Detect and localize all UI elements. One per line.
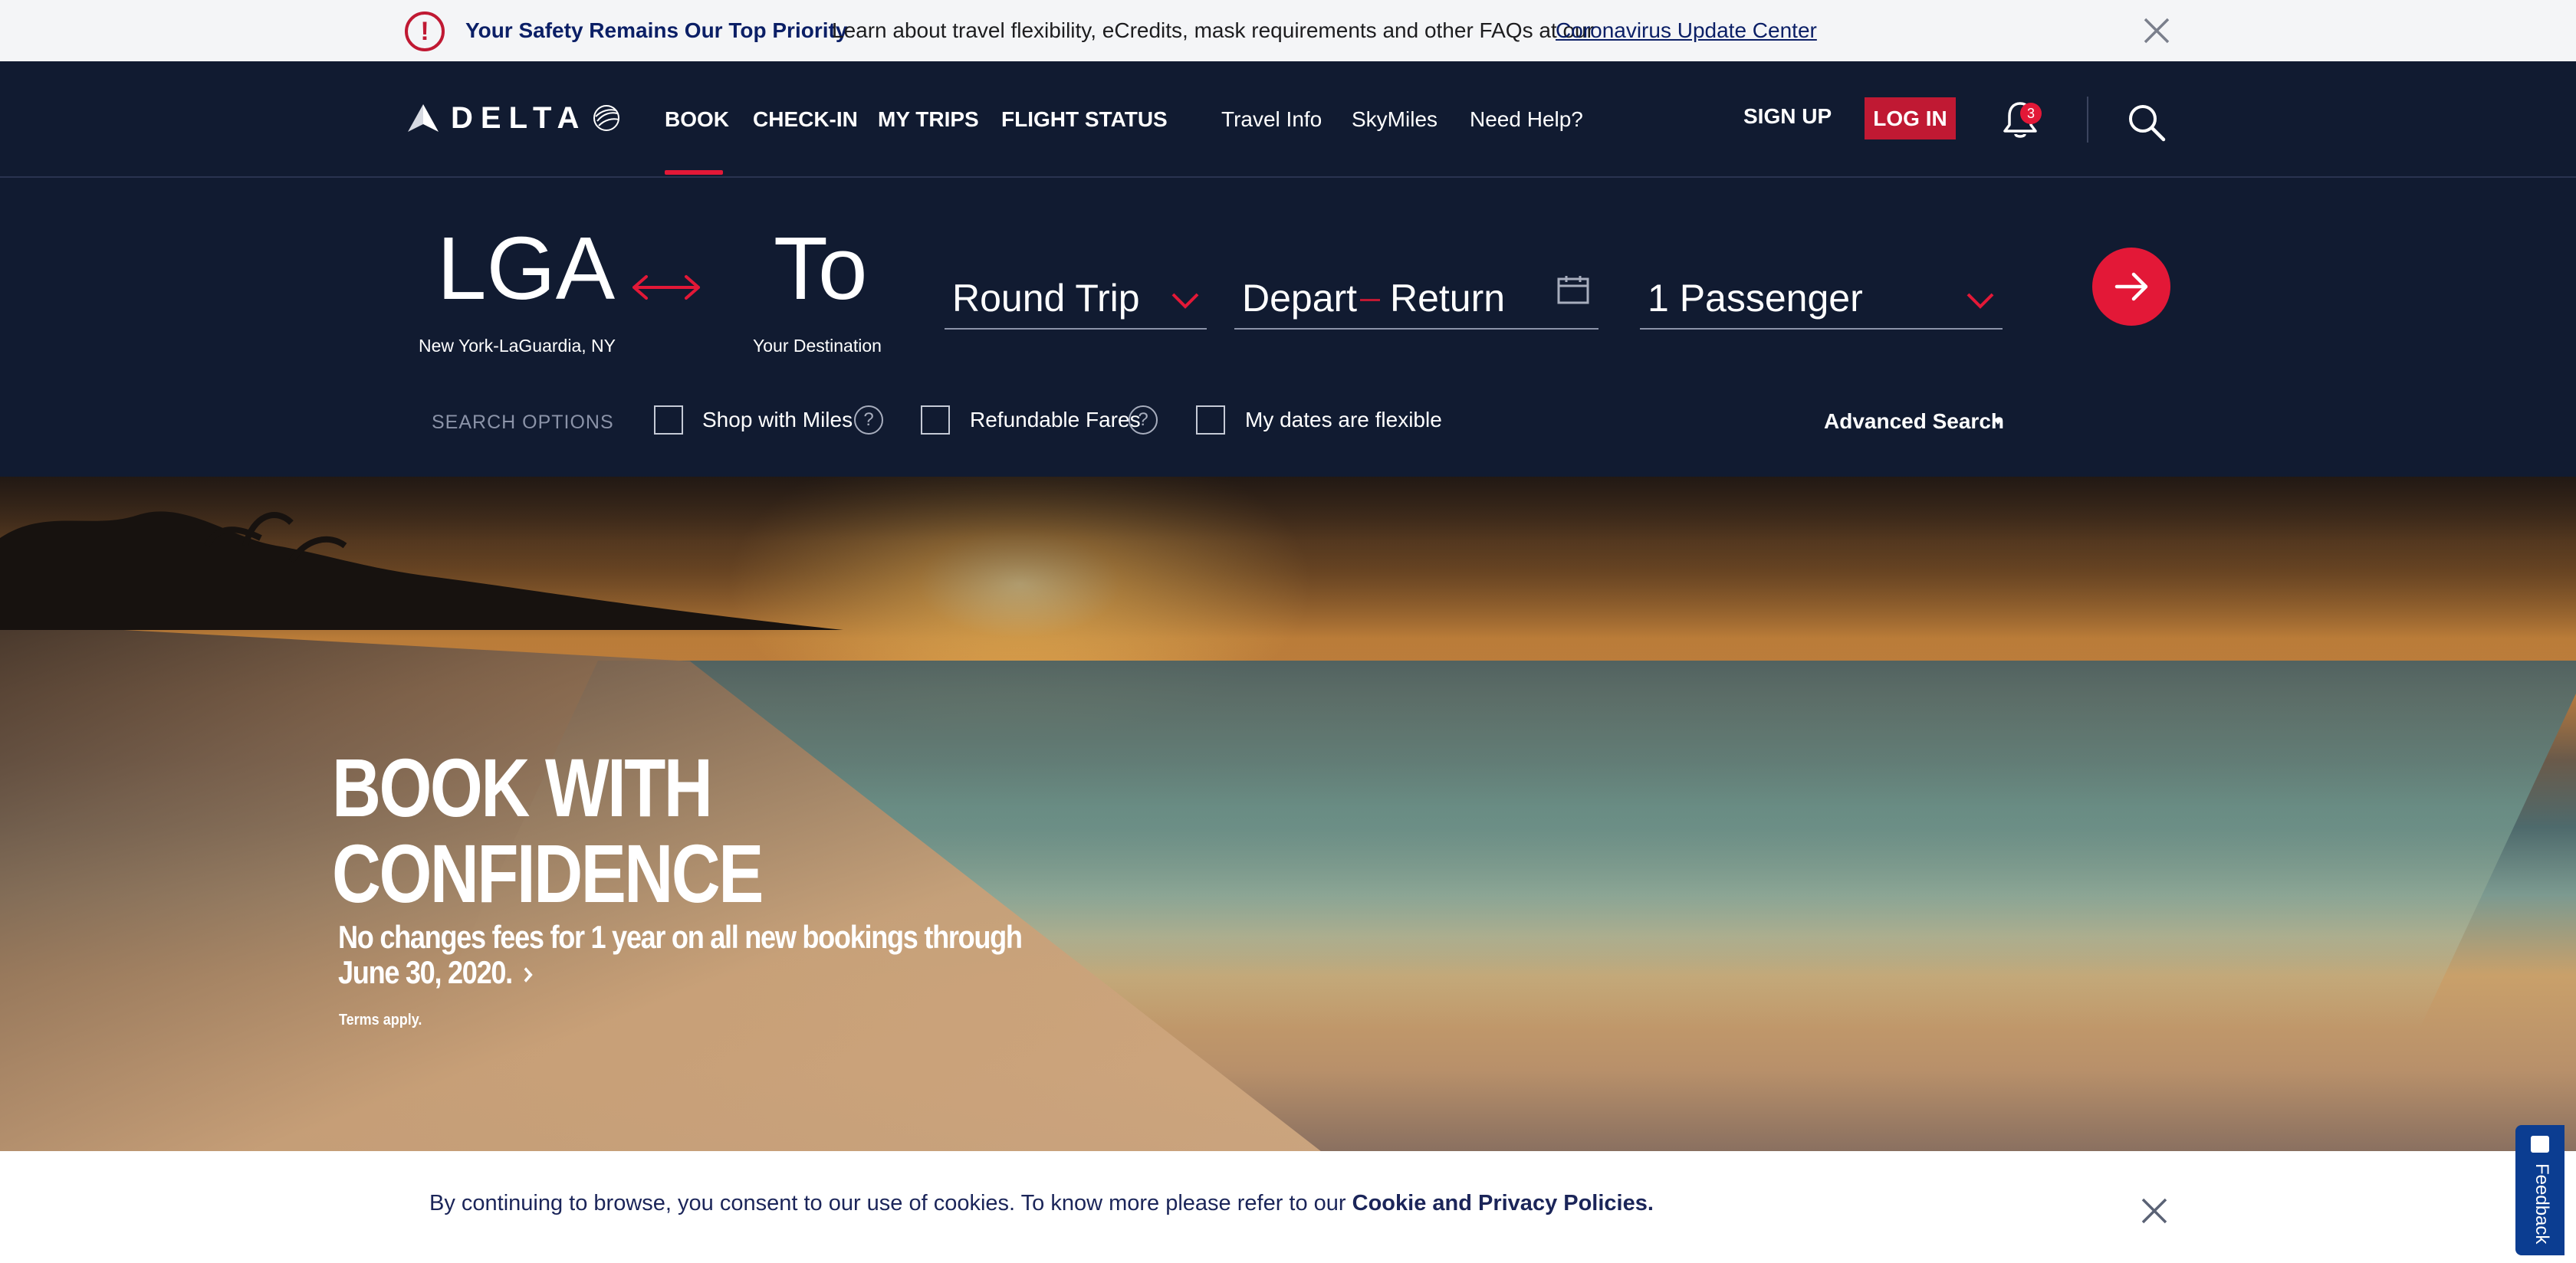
caret-down-icon xyxy=(1993,418,2003,425)
flexible-dates-label[interactable]: My dates are flexible xyxy=(1245,408,1442,432)
log-in-button[interactable]: LOG IN xyxy=(1865,97,1956,139)
trip-type-value: Round Trip xyxy=(952,277,1140,320)
chevron-right-icon xyxy=(519,967,533,983)
exclamation-circle-icon: ! xyxy=(405,11,445,51)
hero-title-line-2: CONFIDENCE xyxy=(332,827,764,920)
return-label: Return xyxy=(1390,277,1506,320)
hero-subtitle-line-2: June 30, 2020. xyxy=(338,954,513,990)
nav-travel-info[interactable]: Travel Info xyxy=(1221,107,1322,132)
notification-badge: 3 xyxy=(2020,103,2042,124)
hero-title: BOOK WITH CONFIDENCE xyxy=(332,741,764,920)
search-flights-button[interactable] xyxy=(2092,248,2170,326)
delta-wordmark: DELTA xyxy=(451,100,587,135)
hero-subtitle-line-1: No changes fees for 1 year on all new bo… xyxy=(338,919,1023,955)
shop-with-miles-checkbox[interactable] xyxy=(654,405,683,435)
coronavirus-update-link[interactable]: Coronavirus Update Center xyxy=(1556,18,1817,43)
skyteam-globe-icon xyxy=(593,105,620,131)
refundable-fares-checkbox[interactable] xyxy=(921,405,950,435)
feedback-tab[interactable]: Feedback xyxy=(2515,1125,2564,1255)
calendar-icon xyxy=(1557,276,1589,304)
palm-trees-silhouette xyxy=(0,511,843,630)
nav-flight-status[interactable]: FLIGHT STATUS xyxy=(1001,107,1168,132)
delta-logo[interactable]: DELTA xyxy=(406,97,622,139)
passenger-value: 1 Passenger xyxy=(1648,277,1863,320)
flexible-dates-checkbox[interactable] xyxy=(1196,405,1225,435)
search-options-label: SEARCH OPTIONS xyxy=(432,412,614,433)
close-icon[interactable] xyxy=(2142,16,2171,45)
search-icon[interactable] xyxy=(2127,103,2167,143)
advanced-search-link[interactable]: Advanced Search xyxy=(1824,409,2004,434)
alert-title: Your Safety Remains Our Top Priority xyxy=(465,18,848,42)
sign-up-link[interactable]: SIGN UP xyxy=(1743,104,1832,129)
passenger-select[interactable]: 1 Passenger xyxy=(1640,268,2003,330)
shop-with-miles-label[interactable]: Shop with Miles xyxy=(702,408,853,432)
hero-banner: BOOK WITH CONFIDENCE No changes fees for… xyxy=(0,477,2576,1151)
nav-my-trips[interactable]: MY TRIPS xyxy=(878,107,979,132)
hero-title-line-1: BOOK WITH xyxy=(332,741,713,834)
arrow-right-icon xyxy=(2114,272,2148,301)
nav-book[interactable]: BOOK xyxy=(665,107,729,132)
delta-widget-icon xyxy=(408,104,439,132)
depart-label: Depart xyxy=(1242,277,1358,320)
date-range-field[interactable]: Depart Return xyxy=(1234,268,1598,330)
main-header: DELTA BOOK CHECK-IN MY TRIPS FLIGHT STAT… xyxy=(0,61,2576,178)
close-icon[interactable] xyxy=(2141,1197,2168,1225)
swap-arrows-icon[interactable] xyxy=(631,272,702,303)
destination-airport-code[interactable]: To xyxy=(774,224,868,313)
header-divider xyxy=(2087,97,2088,143)
refundable-fares-label[interactable]: Refundable Fares xyxy=(970,408,1141,432)
help-icon[interactable]: ? xyxy=(854,405,883,435)
chevron-down-icon xyxy=(1171,293,1199,309)
terms-apply-text: Terms apply. xyxy=(339,1012,422,1028)
cookie-message: By continuing to browse, you consent to … xyxy=(429,1191,1346,1215)
safety-alert-banner: ! Your Safety Remains Our Top Priority L… xyxy=(0,0,2576,61)
origin-airport-code[interactable]: LGA xyxy=(437,224,615,313)
nav-check-in[interactable]: CHECK-IN xyxy=(753,107,858,132)
chevron-down-icon xyxy=(1967,293,1994,309)
alert-text: Learn about travel flexibility, eCredits… xyxy=(832,18,1594,42)
origin-airport-name: New York-LaGuardia, NY xyxy=(419,336,616,356)
help-icon[interactable]: ? xyxy=(1129,405,1158,435)
nav-need-help[interactable]: Need Help? xyxy=(1470,107,1583,132)
feedback-label: Feedback xyxy=(2532,1163,2552,1245)
cookie-text: By continuing to browse, you consent to … xyxy=(429,1191,1654,1216)
hero-subtitle[interactable]: No changes fees for 1 year on all new bo… xyxy=(338,919,1023,990)
active-nav-indicator xyxy=(665,170,723,175)
flight-search-panel: LGA New York-LaGuardia, NY To Your Desti… xyxy=(0,178,2576,477)
chat-bubble-icon xyxy=(2531,1136,2549,1153)
cookie-consent-bar: By continuing to browse, you consent to … xyxy=(0,1151,2576,1263)
trip-type-select[interactable]: Round Trip xyxy=(945,268,1207,330)
destination-airport-name: Your Destination xyxy=(753,336,882,356)
date-separator xyxy=(1360,299,1380,301)
nav-skymiles[interactable]: SkyMiles xyxy=(1352,107,1438,132)
cookie-policy-link[interactable]: Cookie and Privacy Policies. xyxy=(1352,1191,1654,1215)
